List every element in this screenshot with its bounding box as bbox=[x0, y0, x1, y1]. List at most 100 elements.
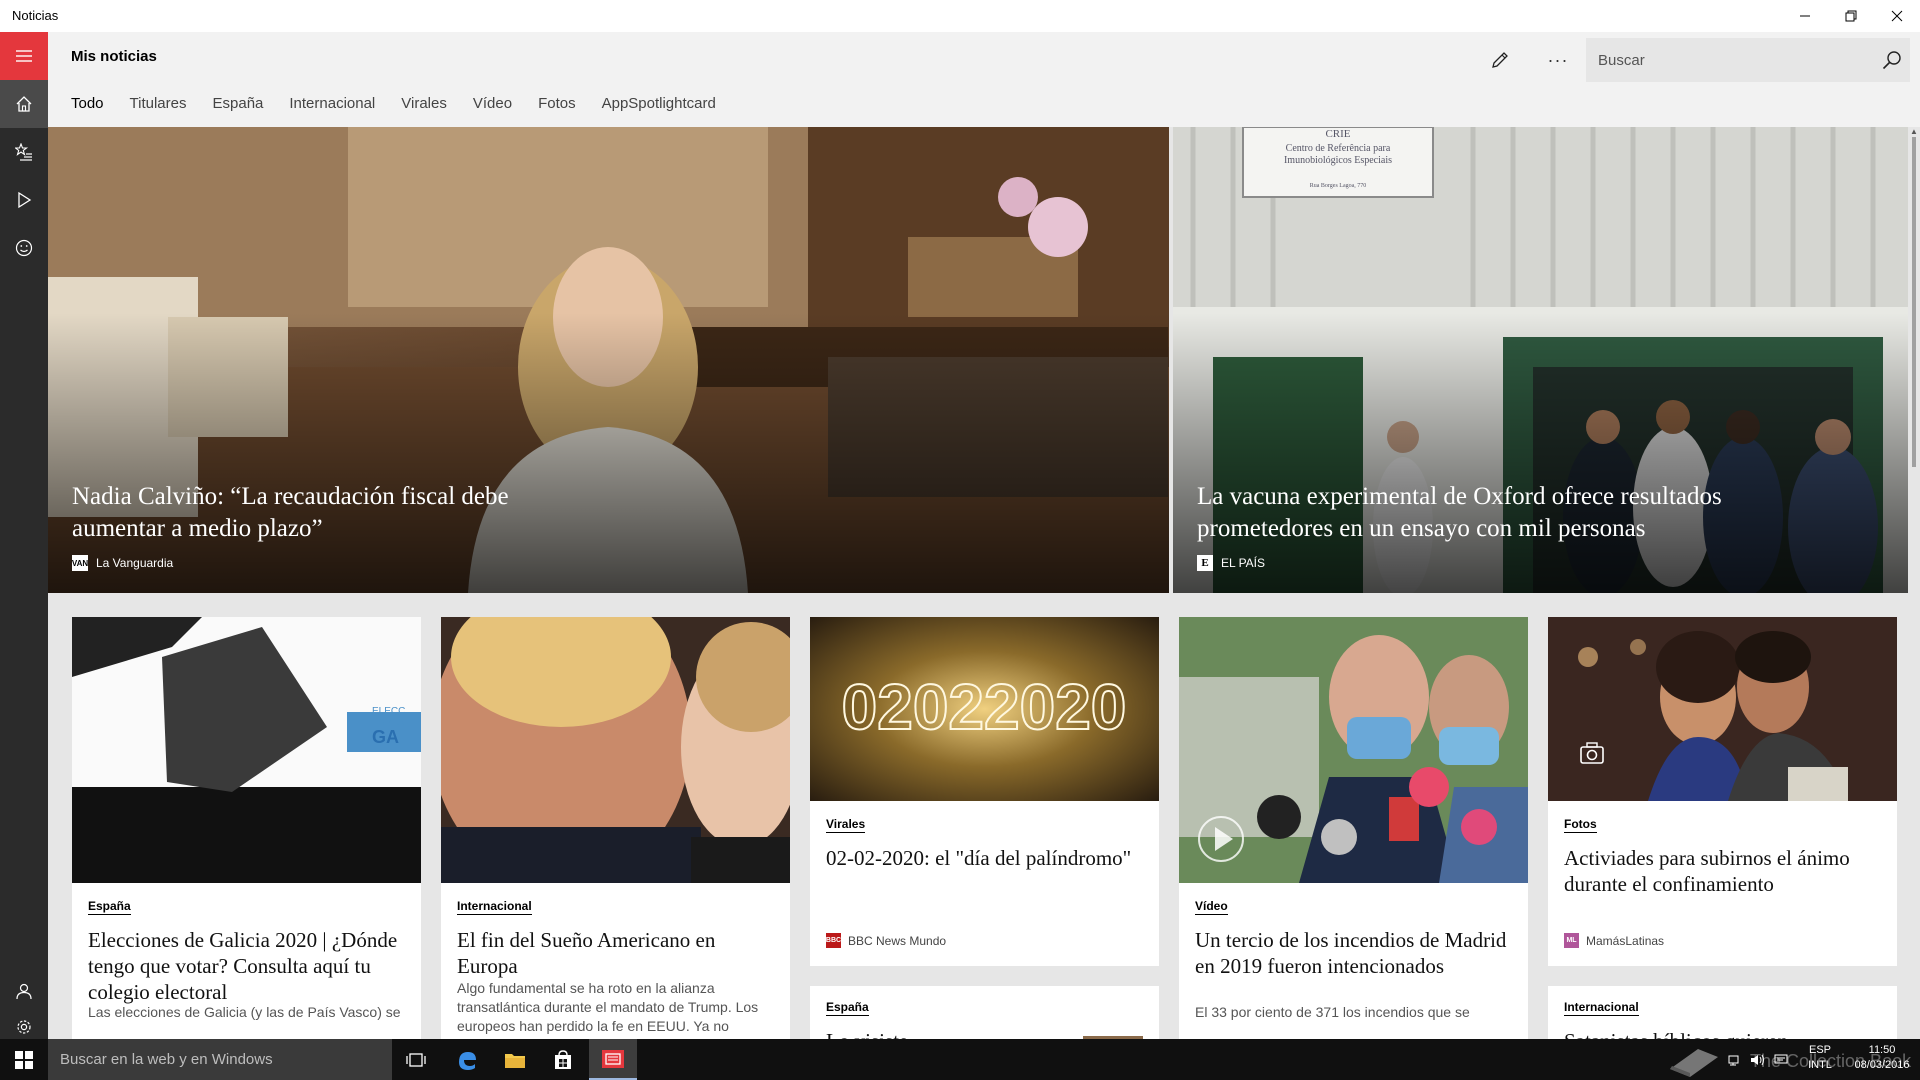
tab-espana[interactable]: España bbox=[213, 95, 264, 112]
person-icon bbox=[16, 983, 32, 1000]
restore-button[interactable] bbox=[1828, 0, 1874, 32]
news-app-icon bbox=[602, 1049, 624, 1068]
card-title: El fin del Sueño Americano en Europa bbox=[457, 928, 716, 978]
smiley-icon bbox=[15, 239, 33, 257]
nav-home[interactable] bbox=[0, 80, 48, 128]
hero-headline: La vacuna experimental de Oxford ofrece … bbox=[1197, 483, 1722, 542]
star-list-icon bbox=[15, 143, 32, 161]
hero-shade bbox=[48, 313, 1169, 593]
search-input[interactable] bbox=[1586, 38, 1876, 82]
page-title: Mis noticias bbox=[71, 48, 157, 65]
hero-shade bbox=[1173, 313, 1908, 593]
clock-time: 11:50 bbox=[1868, 1044, 1896, 1056]
feed-scrollbar[interactable]: ▲ bbox=[1908, 127, 1920, 1039]
tab-virales[interactable]: Virales bbox=[401, 95, 447, 112]
close-button[interactable] bbox=[1874, 0, 1920, 32]
scroll-up-arrow-icon[interactable]: ▲ bbox=[1910, 127, 1918, 136]
file-explorer-button[interactable] bbox=[491, 1039, 539, 1080]
close-icon bbox=[1891, 10, 1903, 22]
card-source-name: BBC News Mundo bbox=[848, 933, 947, 948]
task-view-icon bbox=[406, 1052, 426, 1067]
hero-headline: Nadia Calviño: “La recaudación fiscal de… bbox=[72, 483, 509, 542]
news-card-galicia[interactable]: ELECC PARLA GA España Elecciones de Gali… bbox=[72, 617, 421, 1039]
app-title: Noticias bbox=[12, 8, 59, 23]
taskbar: Buscar en la web y en Windows The Collec… bbox=[0, 1039, 1920, 1080]
nav-rail bbox=[0, 32, 48, 1039]
mamaslatinas-logo: ML bbox=[1564, 933, 1579, 948]
taskbar-search[interactable]: Buscar en la web y en Windows bbox=[48, 1039, 392, 1080]
more-icon: ··· bbox=[1547, 49, 1569, 70]
taskbar-search-placeholder: Buscar en la web y en Windows bbox=[60, 1051, 273, 1068]
hamburger-button[interactable] bbox=[0, 32, 48, 80]
card-image-ballot: ELECC PARLA GA bbox=[72, 617, 421, 883]
nav-account[interactable] bbox=[0, 967, 48, 1015]
news-card-incendios[interactable]: Vídeo Un tercio de los incendios de Madr… bbox=[1179, 617, 1528, 1039]
notifications-icon[interactable] bbox=[1774, 1054, 1788, 1066]
nav-interests[interactable] bbox=[0, 128, 48, 176]
card-source: BBC BBC News Mundo bbox=[826, 933, 946, 948]
system-tray bbox=[1728, 1039, 1788, 1080]
hero-story-1[interactable]: Nadia Calviño: “La recaudación fiscal de… bbox=[48, 127, 1169, 593]
nav-feedback[interactable] bbox=[0, 224, 48, 272]
card-image-palindrome: 02022020 bbox=[810, 617, 1159, 801]
hero-source-name: EL PAÍS bbox=[1221, 556, 1266, 570]
hero-story-2[interactable]: CRIE Centro de Referência para Imunobiol… bbox=[1173, 127, 1908, 593]
la-vanguardia-logo: VAN bbox=[72, 555, 88, 571]
store-bag-icon bbox=[555, 1049, 571, 1069]
news-app-button[interactable] bbox=[589, 1039, 637, 1080]
sign-title: CRIE bbox=[1325, 128, 1350, 140]
nav-settings[interactable] bbox=[0, 1015, 48, 1039]
svg-text:ELECC: ELECC bbox=[372, 706, 405, 717]
card-title: Un tercio de los incendios de Madrid en … bbox=[1195, 928, 1507, 978]
input-language[interactable]: ESP INTL bbox=[1800, 1043, 1840, 1073]
card-title: Satanistas bíblicos quieren bbox=[1564, 1028, 1881, 1039]
home-icon bbox=[16, 96, 32, 112]
card-source-name: MamásLatinas bbox=[1586, 933, 1665, 948]
tab-todo[interactable]: Todo bbox=[71, 95, 104, 112]
card-title: Elecciones de Galicia 2020 | ¿Dónde teng… bbox=[88, 928, 398, 1004]
tab-internacional[interactable]: Internacional bbox=[289, 95, 375, 112]
network-icon[interactable] bbox=[1728, 1054, 1742, 1066]
more-options-button[interactable]: ··· bbox=[1540, 42, 1576, 78]
search-icon[interactable] bbox=[1882, 50, 1902, 70]
tab-titulares[interactable]: Titulares bbox=[130, 95, 187, 112]
play-icon bbox=[18, 191, 32, 209]
tab-appspotlightcard[interactable]: AppSpotlightcard bbox=[602, 95, 716, 112]
edit-button[interactable] bbox=[1482, 42, 1518, 78]
news-card-espana-2[interactable]: España Lo visiste bbox=[810, 986, 1159, 1039]
card-category: España bbox=[88, 899, 131, 915]
search-box bbox=[1586, 38, 1910, 82]
language-code: ESP bbox=[1808, 1044, 1831, 1056]
task-view-button[interactable] bbox=[392, 1039, 440, 1080]
card-description: El 33 por ciento de 371 los incendios qu… bbox=[1195, 1004, 1470, 1020]
card-image-leaders bbox=[441, 617, 790, 883]
minimize-button[interactable] bbox=[1782, 0, 1828, 32]
card-category: Internacional bbox=[457, 899, 532, 915]
sign-line-2: Imunobiológicos Especiais bbox=[1284, 155, 1392, 166]
start-button[interactable] bbox=[0, 1039, 48, 1080]
store-button[interactable] bbox=[539, 1039, 587, 1080]
card-description: Algo fundamental se ha roto en la alianz… bbox=[457, 980, 759, 1034]
nav-video[interactable] bbox=[0, 176, 48, 224]
volume-icon[interactable] bbox=[1750, 1054, 1766, 1066]
news-card-palindromo[interactable]: 02022020 Virales 02-02-2020: el "día del… bbox=[810, 617, 1159, 966]
card-image-couple bbox=[1548, 617, 1897, 801]
news-card-internacional-2[interactable]: Internacional Satanistas bíblicos quiere… bbox=[1548, 986, 1897, 1039]
windows-logo-icon bbox=[15, 1050, 33, 1069]
card-category: Internacional bbox=[1564, 1000, 1639, 1016]
card-category: Fotos bbox=[1564, 817, 1597, 833]
clock[interactable]: 11:50 08/03/2016 bbox=[1848, 1043, 1916, 1073]
scrollbar-thumb[interactable] bbox=[1912, 137, 1916, 467]
palindrome-date-text: 02022020 bbox=[842, 671, 1127, 743]
edge-browser-button[interactable] bbox=[443, 1039, 491, 1080]
pencil-icon bbox=[1492, 52, 1508, 68]
news-card-actividades[interactable]: Fotos Activiades para subirnos el ánimo … bbox=[1548, 617, 1897, 966]
sign-line-1: Centro de Referência para bbox=[1286, 143, 1391, 154]
tab-video[interactable]: Vídeo bbox=[473, 95, 512, 112]
hero-source: E EL PAÍS bbox=[1197, 555, 1265, 571]
news-feed: Nadia Calviño: “La recaudación fiscal de… bbox=[48, 127, 1908, 1039]
tab-fotos[interactable]: Fotos bbox=[538, 95, 576, 112]
card-category: España bbox=[826, 1000, 869, 1016]
news-card-sueno-americano[interactable]: Internacional El fin del Sueño Americano… bbox=[441, 617, 790, 1039]
restore-icon bbox=[1845, 10, 1857, 22]
